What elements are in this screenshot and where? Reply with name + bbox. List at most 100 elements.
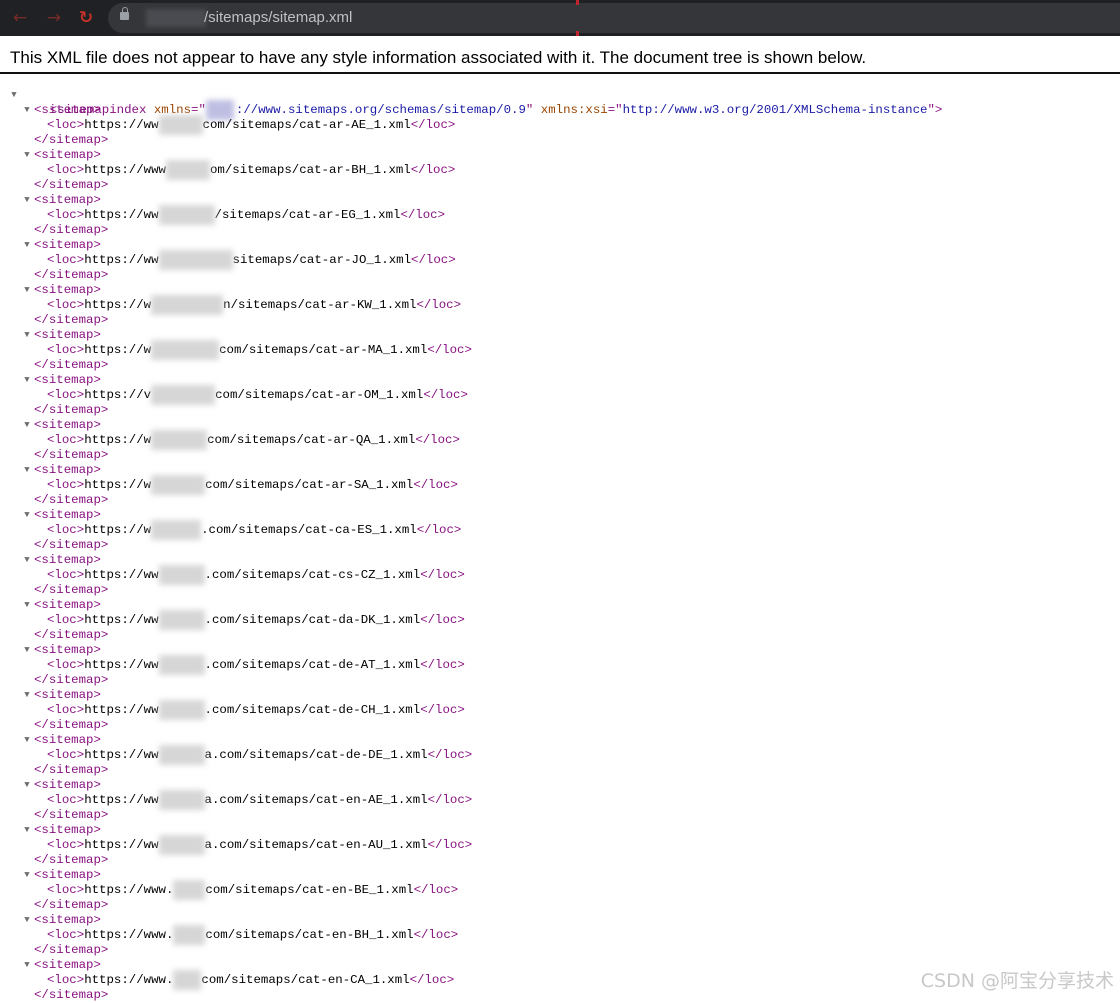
loc-url[interactable]: https://ww/sitemaps/cat-ar-EG_1.xml: [84, 205, 400, 225]
loc-url[interactable]: https://ww com/sitemaps/cat-ar-AE_1.xml: [84, 115, 411, 135]
sitemap-close-line: </sitemap>: [0, 268, 1120, 283]
sitemap-open-line: ▼ <sitemap>: [0, 868, 1120, 883]
sitemap-close-line: </sitemap>: [0, 943, 1120, 958]
sitemap-open-tag: <sitemap>: [34, 193, 101, 207]
loc-url-path: com/sitemaps/cat-ar-MA_1.xml: [219, 343, 428, 357]
loc-url-prefix: https://v: [84, 388, 152, 402]
loc-close-tag: </loc>: [420, 658, 465, 672]
collapse-triangle-icon[interactable]: ▼: [22, 103, 32, 118]
collapse-triangle-icon[interactable]: ▼: [9, 88, 19, 103]
back-arrow-icon[interactable]: ←: [8, 6, 32, 30]
loc-url[interactable]: https://www. com/sitemaps/cat-en-BH_1.xml: [84, 925, 414, 945]
loc-line: <loc>https://ww sitemaps/cat-ar-JO_1.xml<…: [0, 250, 1120, 270]
sitemap-open-tag: <sitemap>: [34, 598, 101, 612]
sitemap-close-tag: </sitemap>: [34, 853, 109, 867]
sitemap-close-tag: </sitemap>: [34, 673, 109, 687]
reload-icon[interactable]: ↻: [74, 6, 98, 30]
address-bar[interactable]: /sitemaps/sitemap.xml: [108, 3, 1120, 33]
loc-line: <loc>https://ww .com/sitemaps/cat-de-CH_1…: [0, 700, 1120, 720]
loc-line: <loc>https://w com/sitemaps/cat-ar-MA_1.x…: [0, 340, 1120, 360]
loc-url-path: a.com/sitemaps/cat-de-DE_1.xml: [204, 748, 428, 762]
redacted-block: [173, 880, 206, 900]
sitemap-close-tag: </sitemap>: [34, 448, 109, 462]
collapse-triangle-icon[interactable]: ▼: [22, 328, 32, 343]
sitemap-open-tag: <sitemap>: [34, 778, 101, 792]
loc-url[interactable]: https://ww a.com/sitemaps/cat-de-DE_1.xml: [84, 745, 428, 765]
sitemap-open-tag: <sitemap>: [34, 238, 101, 252]
collapse-triangle-icon[interactable]: ▼: [22, 958, 32, 973]
loc-url[interactable]: https://ww .com/sitemaps/cat-de-AT_1.xml: [84, 655, 421, 675]
collapse-triangle-icon[interactable]: ▼: [22, 868, 32, 883]
loc-url-prefix: https://ww: [84, 793, 159, 807]
loc-close-tag: </loc>: [423, 388, 468, 402]
collapse-triangle-icon[interactable]: ▼: [22, 373, 32, 388]
redacted-block: [158, 655, 205, 675]
loc-close-tag: </loc>: [415, 433, 460, 447]
sitemap-close-line: </sitemap>: [0, 358, 1120, 373]
loc-url-prefix: https://ww: [84, 568, 159, 582]
loc-url[interactable]: https://w n/sitemaps/cat-ar-KW_1.xml: [84, 295, 416, 315]
collapse-triangle-icon[interactable]: ▼: [22, 643, 32, 658]
collapse-triangle-icon[interactable]: ▼: [22, 553, 32, 568]
sitemap-close-tag: </sitemap>: [34, 268, 109, 282]
sitemap-close-line: </sitemap>: [0, 763, 1120, 778]
collapse-triangle-icon[interactable]: ▼: [22, 148, 32, 163]
loc-url[interactable]: https://ww a.com/sitemaps/cat-en-AU_1.xml: [84, 835, 428, 855]
sitemap-close-line: </sitemap>: [0, 628, 1120, 643]
loc-open-tag: <loc>: [47, 838, 85, 852]
loc-url[interactable]: https://w .com/sitemaps/cat-ca-ES_1.xml: [84, 520, 417, 540]
loc-close-tag: </loc>: [416, 298, 462, 312]
loc-url[interactable]: https://v com/sitemaps/cat-ar-OM_1.xml: [84, 385, 423, 405]
loc-url[interactable]: https://w com/sitemaps/cat-ar-MA_1.xml: [84, 340, 428, 360]
loc-url-prefix: https://ww: [84, 253, 159, 267]
collapse-triangle-icon[interactable]: ▼: [22, 508, 32, 523]
loc-close-tag: </loc>: [420, 568, 465, 582]
loc-open-tag: <loc>: [47, 793, 85, 807]
loc-url[interactable]: https://ww sitemaps/cat-ar-JO_1.xml: [84, 250, 411, 270]
loc-url[interactable]: https://www. com/sitemaps/cat-en-BE_1.xml: [84, 880, 414, 900]
url-text[interactable]: /sitemaps/sitemap.xml: [204, 8, 352, 28]
loc-open-tag: <loc>: [47, 658, 85, 672]
redacted-block: [158, 115, 203, 135]
collapse-triangle-icon[interactable]: ▼: [22, 733, 32, 748]
loc-url[interactable]: https://ww .com/sitemaps/cat-da-DK_1.xml: [84, 610, 420, 630]
loc-url[interactable]: https://w com/sitemaps/cat-ar-QA_1.xml: [84, 430, 415, 450]
sitemap-open-tag: <sitemap>: [34, 688, 101, 702]
loc-url[interactable]: https://www om/sitemaps/cat-ar-BH_1.xml: [84, 160, 411, 180]
collapse-triangle-icon[interactable]: ▼: [22, 823, 32, 838]
collapse-triangle-icon[interactable]: ▼: [22, 913, 32, 928]
loc-url-prefix: https://www.: [84, 973, 174, 987]
collapse-triangle-icon[interactable]: ▼: [22, 463, 32, 478]
sitemap-close-line: </sitemap>: [0, 583, 1120, 598]
collapse-triangle-icon[interactable]: ▼: [22, 283, 32, 298]
loc-url-path: .com/sitemaps/cat-de-AT_1.xml: [204, 658, 421, 672]
collapse-triangle-icon[interactable]: ▼: [22, 778, 32, 793]
collapse-triangle-icon[interactable]: ▼: [22, 418, 32, 433]
loc-url-prefix: https://ww: [84, 118, 159, 132]
loc-url-prefix: https://ww: [84, 838, 159, 852]
loc-url-prefix: https://www.: [84, 883, 174, 897]
collapse-triangle-icon[interactable]: ▼: [22, 238, 32, 253]
loc-url[interactable]: https://www. com/sitemaps/cat-en-CA_1.xml: [84, 970, 410, 990]
loc-url[interactable]: https://ww .com/sitemaps/cat-cs-CZ_1.xml: [84, 565, 420, 585]
loc-url[interactable]: https://ww a.com/sitemaps/cat-en-AE_1.xml: [84, 790, 428, 810]
collapse-triangle-icon[interactable]: ▼: [22, 688, 32, 703]
loc-url-prefix: https://w: [84, 433, 152, 447]
loc-url[interactable]: https://ww .com/sitemaps/cat-de-CH_1.xml: [84, 700, 420, 720]
sitemap-open-tag: <sitemap>: [34, 103, 101, 117]
redacted-block: [165, 160, 210, 180]
loc-url-path: a.com/sitemaps/cat-en-AE_1.xml: [204, 793, 428, 807]
loc-url-prefix: https://w: [84, 343, 152, 357]
collapse-triangle-icon[interactable]: ▼: [22, 598, 32, 613]
loc-url[interactable]: https://w com/sitemaps/cat-ar-SA_1.xml: [84, 475, 413, 495]
sitemap-close-tag: </sitemap>: [34, 718, 109, 732]
collapse-triangle-icon[interactable]: ▼: [22, 193, 32, 208]
forward-arrow-icon[interactable]: →: [42, 6, 66, 30]
sitemap-close-line: </sitemap>: [0, 673, 1120, 688]
sitemap-close-line: </sitemap>: [0, 223, 1120, 238]
sitemap-close-line: </sitemap>: [0, 538, 1120, 553]
sitemap-close-line: </sitemap>: [0, 853, 1120, 868]
loc-url-path: com/sitemaps/cat-en-BE_1.xml: [205, 883, 414, 897]
lock-icon[interactable]: [120, 7, 129, 20]
redacted-block: [158, 745, 205, 765]
